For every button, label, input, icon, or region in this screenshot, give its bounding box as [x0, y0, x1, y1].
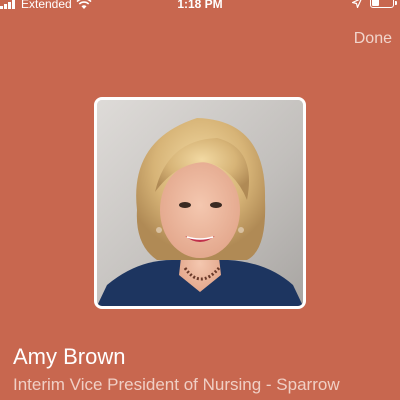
wifi-icon: [76, 0, 92, 9]
status-right: [352, 0, 397, 8]
portrait-image: [97, 100, 303, 306]
profile-name: Amy Brown: [13, 344, 126, 369]
status-time: 1:18 PM: [177, 0, 223, 11]
profile-photo: [94, 97, 306, 309]
battery-level: [372, 0, 379, 6]
carrier-label: Extended: [21, 0, 72, 11]
status-left: Extended: [0, 0, 92, 10]
location-arrow-icon: [352, 0, 362, 8]
status-bar: Extended 1:18 PM: [0, 0, 400, 14]
profile-title: Interim Vice President of Nursing - Spar…: [13, 375, 340, 394]
signal-icon: [0, 0, 15, 9]
battery-icon: [370, 0, 397, 8]
done-button[interactable]: Done: [354, 30, 392, 48]
